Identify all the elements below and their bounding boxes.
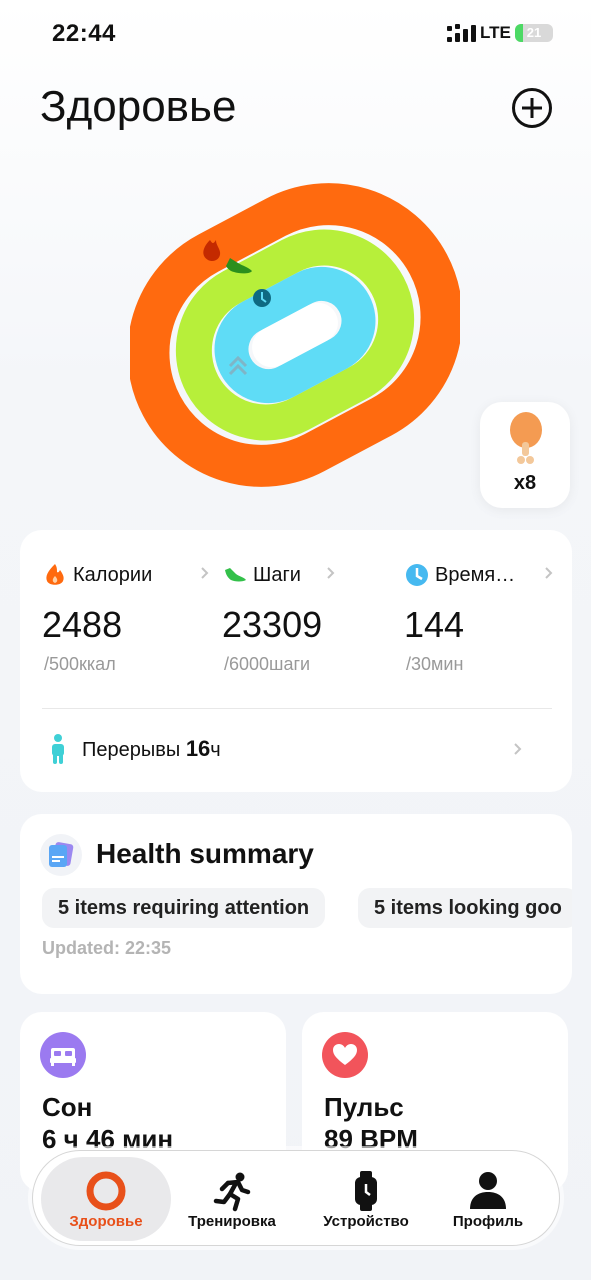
calories-value: 2488 [42, 604, 123, 645]
tab-device[interactable]: Устройство [301, 1157, 431, 1241]
tab-health-label: Здоровье [69, 1213, 143, 1230]
activity-rings[interactable] [130, 170, 460, 500]
summary-updated: Updated: 22:35 [42, 938, 172, 958]
breaks-row[interactable]: Перерывы 16ч [82, 736, 221, 762]
breaks-value: 16 [185, 736, 211, 761]
tab-health[interactable]: Здоровье [41, 1157, 171, 1241]
chevron-right-icon [545, 567, 553, 579]
watch-icon [355, 1171, 377, 1211]
status-time: 22:44 [52, 20, 116, 47]
summary-icon [40, 834, 82, 876]
time-value: 144 [404, 604, 465, 645]
person-icon [52, 734, 64, 764]
battery-level: 21 [526, 25, 542, 40]
network-label: LTE [480, 23, 511, 42]
good-chip[interactable]: 5 items looking goo [358, 888, 572, 928]
heart-icon [322, 1032, 368, 1078]
chevron-right-icon [514, 743, 522, 755]
food-count: x8 [513, 472, 537, 494]
tab-profile-label: Профиль [452, 1213, 524, 1230]
breaks-label: Перерывы [82, 739, 181, 761]
tab-workout[interactable]: Тренировка [167, 1157, 297, 1241]
tab-bar: Здоровье Тренировка Устройство Профиль [32, 1150, 560, 1246]
clock-icon [406, 564, 428, 586]
fire-icon [46, 564, 64, 585]
time-stat[interactable]: Время… 144 /30мин [404, 558, 564, 674]
time-goal: /30мин [406, 654, 464, 674]
stats-card: Калории 2488 /500ккал Шаги 23309 /6000ша… [20, 530, 572, 792]
steps-stat[interactable]: Шаги 23309 /6000шаги [222, 558, 402, 674]
steps-goal: /6000шаги [224, 654, 311, 674]
attention-chip[interactable]: 5 items requiring attention [42, 888, 326, 928]
steps-value: 23309 [222, 604, 323, 645]
chevron-right-icon [327, 567, 335, 579]
signal-icon [447, 24, 476, 42]
calories-stat[interactable]: Калории 2488 /500ккал [42, 558, 222, 674]
chevron-right-icon [201, 567, 209, 579]
bed-icon [40, 1032, 86, 1078]
summary-title: Health summary [96, 838, 314, 869]
page-title: Здоровье [40, 82, 237, 131]
food-card[interactable]: x8 [480, 402, 570, 508]
status-bar: 22:44 LTE 21 [0, 0, 591, 64]
tab-workout-label: Тренировка [188, 1213, 276, 1230]
shoe-icon [225, 568, 246, 582]
clock-icon [253, 289, 271, 307]
sleep-title: Сон [42, 1092, 93, 1122]
tab-profile[interactable]: Профиль [423, 1157, 553, 1241]
time-label: Время… [435, 563, 516, 586]
health-summary-card[interactable]: Health summary 5 items requiring attenti… [20, 814, 572, 994]
drumstick-icon [510, 412, 542, 464]
calories-label: Калории [73, 563, 153, 586]
calories-goal: /500ккал [44, 654, 116, 674]
ring-icon [86, 1171, 126, 1211]
tab-device-label: Устройство [323, 1213, 409, 1230]
pulse-title: Пульс [324, 1092, 404, 1122]
divider [42, 708, 552, 709]
person-icon [470, 1172, 506, 1209]
breaks-unit: ч [210, 739, 221, 761]
battery-icon: 21 [515, 24, 553, 42]
running-icon [213, 1172, 251, 1212]
steps-label: Шаги [253, 563, 301, 586]
add-button[interactable] [512, 88, 552, 128]
